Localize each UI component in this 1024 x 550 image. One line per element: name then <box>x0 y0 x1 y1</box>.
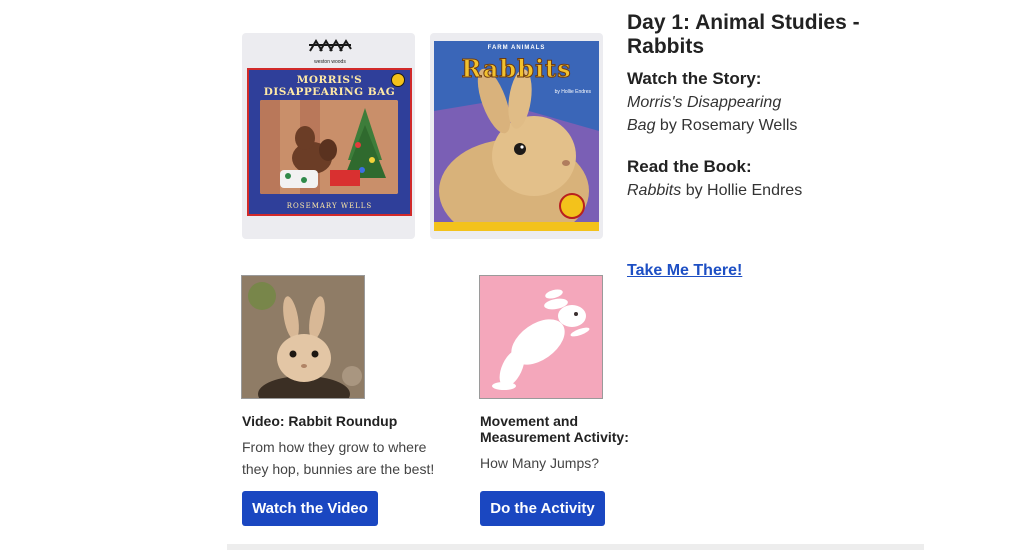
activity-description: How Many Jumps? <box>480 455 600 471</box>
watch-video-button[interactable]: Watch the Video <box>242 491 378 526</box>
cover-footer-strip <box>434 222 599 231</box>
jumping-rabbit-icon[interactable] <box>479 275 603 399</box>
book-author: by Hollie Endres <box>681 182 803 199</box>
publisher-name: weston woods <box>314 59 346 65</box>
activity-title: Movement and Measurement Activity: <box>480 413 629 445</box>
take-me-there-link[interactable]: Take Me There! <box>627 262 742 280</box>
video-title: Video: Rabbit Roundup <box>242 413 398 429</box>
rabbits-cover-kicker: FARM ANIMALS <box>487 45 546 51</box>
story-author: by Rosemary Wells <box>655 117 798 134</box>
video-description: From how they grow to where they hop, bu… <box>242 439 435 477</box>
book-title: Rabbits <box>627 182 682 199</box>
watch-story-heading: Watch the Story: <box>627 69 762 88</box>
lesson-page: weston woods MORRIS'S DISAPPEARING BAG R… <box>0 0 1024 550</box>
morris-cover-art: MORRIS'S DISAPPEARING BAG ROSEMARY WELLS <box>247 68 412 216</box>
do-activity-button[interactable]: Do the Activity <box>480 491 605 526</box>
page-title: Day 1: Animal Studies - Rabbits <box>627 11 860 58</box>
rabbits-cover-author: by Hollie Endres <box>554 89 591 95</box>
rabbits-cover-title: Rabbits <box>461 54 572 84</box>
book-credit: Rabbits by Hollie Endres <box>627 179 802 202</box>
read-book-heading: Read the Book: <box>627 157 752 176</box>
rabbit-photo-icon[interactable] <box>241 275 365 399</box>
christmas-scene-illustration <box>260 100 398 194</box>
rabbits-cover-art: FARM ANIMALS Rabbits by Hollie Endres <box>434 41 599 231</box>
morris-cover-author: ROSEMARY WELLS <box>286 202 373 210</box>
story-title-line2: Bag by Rosemary Wells <box>627 117 798 134</box>
morris-cover-title: MORRIS'S DISAPPEARING BAG <box>263 74 396 98</box>
section-divider <box>227 544 924 550</box>
weston-woods-logo-icon: weston woods <box>306 39 354 65</box>
book-cover-rabbits[interactable]: FARM ANIMALS Rabbits by Hollie Endres <box>430 33 603 239</box>
story-title-line1: Morris's Disappearing <box>627 94 782 111</box>
book-cover-morris[interactable]: weston woods MORRIS'S DISAPPEARING BAG R… <box>242 33 415 239</box>
